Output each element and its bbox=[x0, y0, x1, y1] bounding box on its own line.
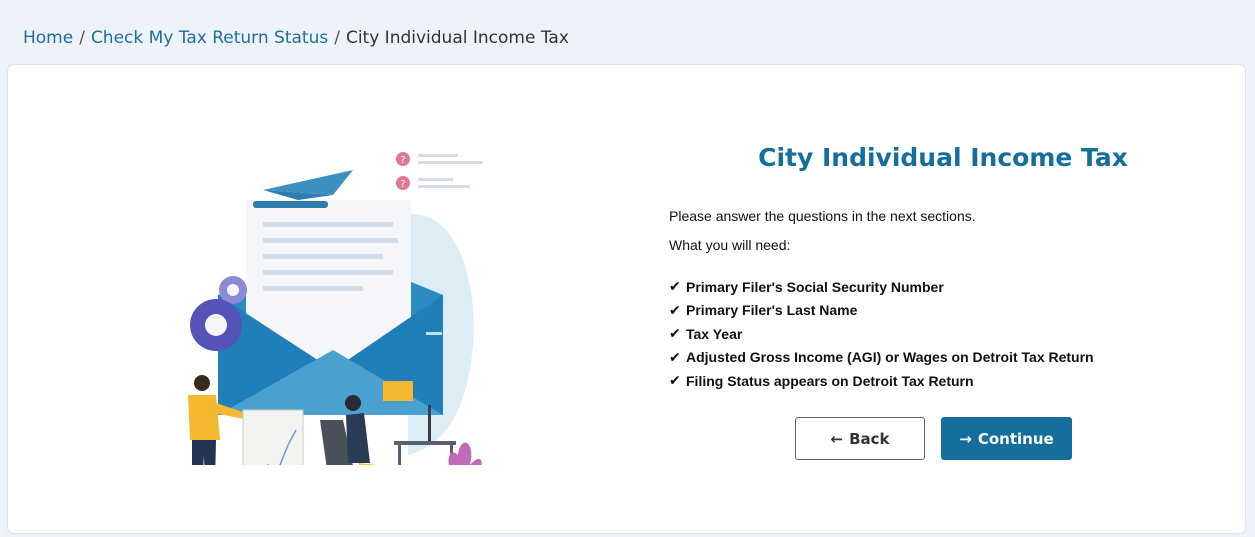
requirements-list: ✔ Primary Filer's Social Security Number … bbox=[669, 275, 1094, 393]
list-item: ✔ Primary Filer's Social Security Number bbox=[669, 278, 944, 295]
svg-text:?: ? bbox=[400, 179, 405, 190]
back-button[interactable]: ← Back bbox=[795, 417, 925, 460]
arrow-left-icon: ← bbox=[830, 429, 844, 448]
breadcrumb-current: City Individual Income Tax bbox=[345, 28, 569, 48]
list-item: ✔ Primary Filer's Last Name bbox=[669, 301, 858, 319]
breadcrumb-check-status-link[interactable]: Check My Tax Return Status bbox=[91, 28, 328, 48]
breadcrumb-separator: / bbox=[79, 28, 85, 48]
requirements-label: What you will need: bbox=[669, 237, 791, 253]
checkmark-icon: ✔ bbox=[669, 278, 681, 295]
breadcrumb-home-link[interactable]: Home bbox=[23, 28, 73, 48]
arrow-right-icon: → bbox=[959, 429, 972, 448]
content-card: ? ? City Individual Income Tax Please an… bbox=[8, 65, 1245, 533]
list-item: ✔ Filing Status appears on Detroit Tax Re… bbox=[669, 372, 974, 389]
list-item: ✔ Tax Year bbox=[669, 325, 743, 342]
back-button-label: Back bbox=[849, 429, 890, 448]
continue-button-label: Continue bbox=[977, 429, 1054, 448]
checkmark-icon: ✔ bbox=[669, 348, 681, 365]
checkmark-icon: ✔ bbox=[669, 325, 681, 342]
svg-text:?: ? bbox=[400, 155, 405, 166]
checkmark-icon: ✔ bbox=[669, 372, 681, 389]
list-item: ✔ Adjusted Gross Income (AGI) or Wages on… bbox=[669, 348, 1094, 366]
page-title: City Individual Income Tax bbox=[758, 143, 1128, 172]
intro-text: Please answer the questions in the next … bbox=[669, 208, 976, 224]
breadcrumb: Home / Check My Tax Return Status / City… bbox=[23, 28, 569, 48]
tax-envelope-illustration: ? ? bbox=[188, 152, 483, 465]
breadcrumb-separator: / bbox=[334, 28, 340, 48]
checkmark-icon: ✔ bbox=[669, 301, 681, 318]
continue-button[interactable]: → Continue bbox=[941, 417, 1072, 460]
